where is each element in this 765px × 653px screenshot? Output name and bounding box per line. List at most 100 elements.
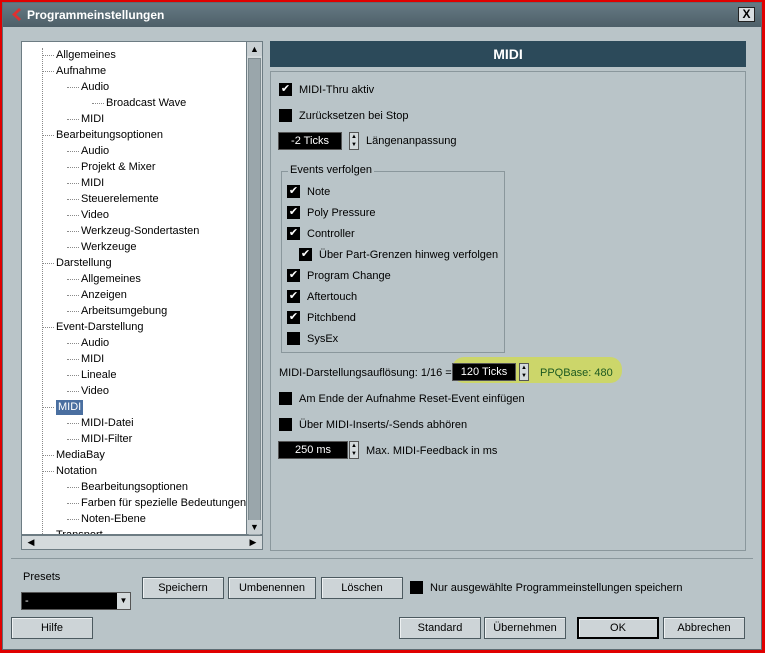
save-preset-button[interactable]: Speichern <box>142 577 224 599</box>
event-label: Über Part-Grenzen hinweg verfolgen <box>319 249 499 261</box>
title-bar: Programmeinstellungen X <box>3 3 761 27</box>
tree-item-label: MIDI <box>81 177 105 189</box>
delete-preset-button[interactable]: Löschen <box>321 577 403 599</box>
tree-connector <box>67 295 79 296</box>
apply-button[interactable]: Übernehmen <box>484 617 566 639</box>
checkmark-icon: ✔ <box>287 185 300 198</box>
standard-button[interactable]: Standard <box>399 617 481 639</box>
tree-connector <box>42 471 54 472</box>
settings-tree[interactable]: Allgemeines Aufnahme Audio Broadcast Wave MI… <box>21 41 247 535</box>
tree-connector <box>67 487 79 488</box>
tree-connector <box>42 55 54 56</box>
tree-connector <box>67 119 79 120</box>
tree-connector <box>67 151 79 152</box>
window-title: Programmeinstellungen <box>27 8 165 22</box>
tree-connector <box>67 375 79 376</box>
resolution-stepper-icon[interactable]: ▲ ▼ <box>519 363 529 381</box>
tree-item-label: MediaBay <box>56 449 105 461</box>
tree-item-label: MIDI <box>81 353 105 365</box>
ppq-base: PPQBase: 480 <box>540 367 613 379</box>
tree-connector <box>67 199 79 200</box>
ok-button[interactable]: OK <box>577 617 659 639</box>
cubase-logo-icon <box>12 8 21 21</box>
inserts-sends-label: Über MIDI-Inserts/-Sends abhören <box>299 419 468 431</box>
unchecked-box-icon <box>279 418 292 431</box>
only-selected-label: Nur ausgewählte Programmeinstellungen sp… <box>430 582 683 594</box>
tree-connector <box>42 135 54 136</box>
midi-thru-label: MIDI-Thru aktiv <box>299 84 375 96</box>
divider <box>11 558 753 559</box>
event-label: SysEx <box>307 333 339 345</box>
length-stepper-icon[interactable]: ▲ ▼ <box>349 132 359 150</box>
checkmark-icon: ✔ <box>287 269 300 282</box>
checkmark-icon: ✔ <box>287 206 300 219</box>
tree-item-label: MIDI-Filter <box>81 433 133 445</box>
tree-item-label: Lineale <box>81 369 117 381</box>
resolution-input[interactable]: 120 Ticks <box>452 363 516 381</box>
tree-item-label: Aufnahme <box>56 65 107 77</box>
checkmark-icon: ✔ <box>287 227 300 240</box>
tree-connector <box>67 311 79 312</box>
tree-item-label: Werkzeuge <box>81 241 137 253</box>
checkmark-icon: ✔ <box>287 311 300 324</box>
length-adjust-label: Längenanpassung <box>366 135 457 147</box>
tree-item-label: Anzeigen <box>81 289 127 301</box>
cancel-button[interactable]: Abbrechen <box>663 617 745 639</box>
tree-item-label: MIDI <box>56 400 84 415</box>
preferences-window: Programmeinstellungen X Allgemeines Aufna… <box>2 2 762 650</box>
tree-item-label: Notation <box>56 465 97 477</box>
tree-item-label: MIDI-Datei <box>81 417 134 429</box>
rename-preset-button[interactable]: Umbenennen <box>228 577 316 599</box>
events-group-label: Events verfolgen <box>288 164 374 176</box>
feedback-stepper-icon[interactable]: ▲ ▼ <box>349 441 359 459</box>
event-label: Controller <box>307 228 355 240</box>
tree-connector <box>42 263 54 264</box>
tree-connector <box>67 279 79 280</box>
tree-connector <box>67 359 79 360</box>
scroll-left-icon[interactable]: ◀ <box>24 536 38 549</box>
unchecked-box-icon <box>287 332 300 345</box>
tree-item-label: Bearbeitungsoptionen <box>81 481 189 493</box>
tree-horizontal-scrollbar[interactable]: ◀ ▶ <box>21 535 263 550</box>
presets-select[interactable]: - ▼ <box>21 592 131 610</box>
chevron-down-icon[interactable]: ▼ <box>117 593 130 609</box>
tree-item-label: Darstellung <box>56 257 112 269</box>
reset-on-stop-label: Zurücksetzen bei Stop <box>299 110 409 122</box>
scroll-down-icon[interactable]: ▼ <box>247 520 262 534</box>
tree-connector <box>67 423 79 424</box>
tree-connector <box>42 407 54 408</box>
tree-connector <box>67 87 79 88</box>
tree-item-label: Audio <box>81 337 110 349</box>
event-label: Aftertouch <box>307 291 358 303</box>
tree-connector <box>67 343 79 344</box>
unchecked-box-icon <box>279 109 292 122</box>
scroll-right-icon[interactable]: ▶ <box>246 536 260 549</box>
scroll-thumb[interactable] <box>248 58 261 538</box>
tree-item-label: Werkzeug-Sondertasten <box>81 225 200 237</box>
tree-item-label: Audio <box>81 81 110 93</box>
checkmark-icon: ✔ <box>287 290 300 303</box>
tree-item-label: Steuerelemente <box>81 193 159 205</box>
reset-event-label: Am Ende der Aufnahme Reset-Event einfüge… <box>299 393 525 405</box>
event-label: Program Change <box>307 270 391 282</box>
length-adjust-input[interactable]: -2 Ticks <box>278 132 342 150</box>
tree-item-label: Projekt & Mixer <box>81 161 156 173</box>
tree-connector <box>67 167 79 168</box>
help-button[interactable]: Hilfe <box>11 617 93 639</box>
tree-connector <box>67 215 79 216</box>
tree-item-label: Video <box>81 209 109 221</box>
feedback-input[interactable]: 250 ms <box>278 441 348 459</box>
presets-label: Presets <box>23 571 61 583</box>
tree-item-label: MIDI <box>81 113 105 125</box>
tree-connector <box>67 183 79 184</box>
scroll-up-icon[interactable]: ▲ <box>247 42 262 56</box>
feedback-label: Max. MIDI-Feedback in ms <box>366 445 498 457</box>
panel-title: MIDI <box>270 41 746 67</box>
tree-vertical-scrollbar[interactable]: ▲ ▼ <box>247 41 263 538</box>
close-button[interactable]: X <box>738 7 755 22</box>
tree-connector <box>67 231 79 232</box>
tree-connector <box>67 439 79 440</box>
tree-connector <box>42 327 54 328</box>
unchecked-box-icon <box>279 392 292 405</box>
tree-item-label: Audio <box>81 145 110 157</box>
